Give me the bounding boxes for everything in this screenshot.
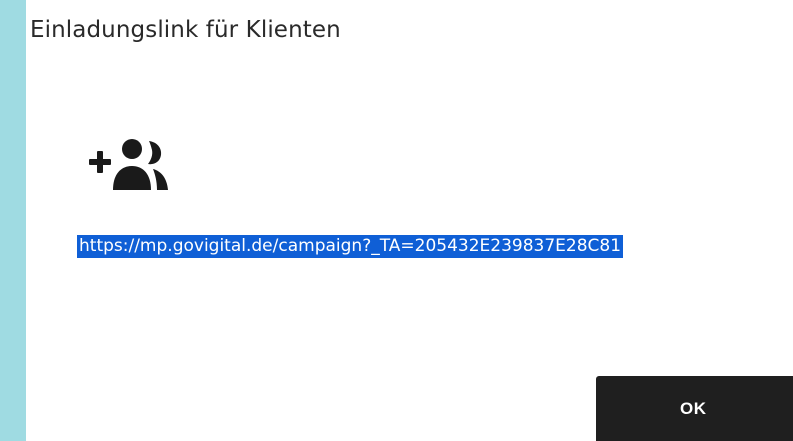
invite-link-dialog: Einladungslink für Klienten https://mp.g… [26,0,793,441]
dialog-title: Einladungslink für Klienten [30,17,341,43]
ok-button[interactable]: OK [596,376,793,441]
invite-link-text[interactable]: https://mp.govigital.de/campaign?_TA=205… [77,235,624,258]
user-plus-group-icon [87,138,179,190]
